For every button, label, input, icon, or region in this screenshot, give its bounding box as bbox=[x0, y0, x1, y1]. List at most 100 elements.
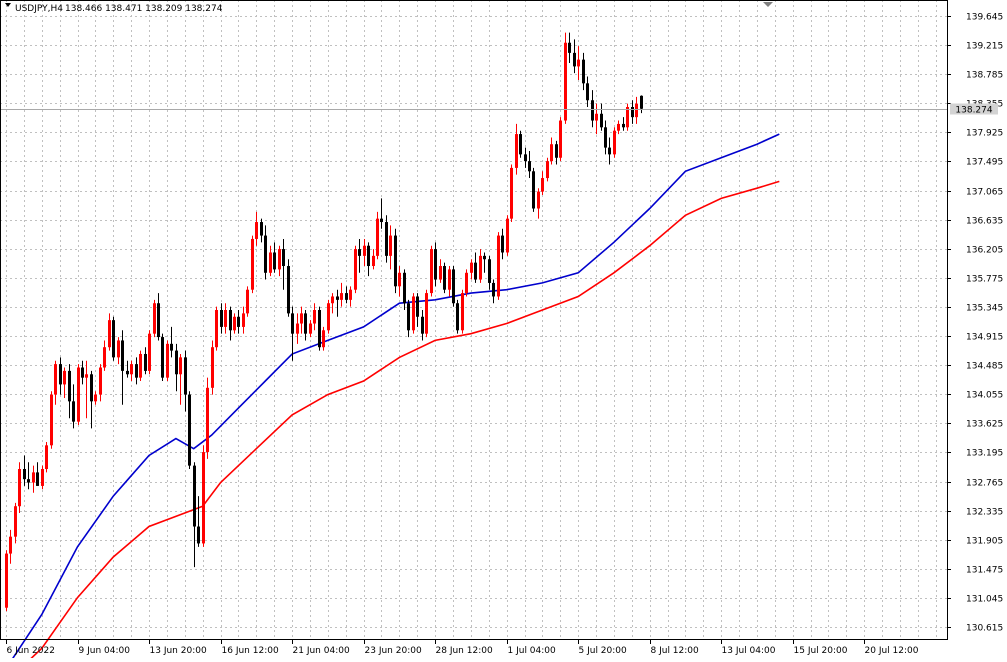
candle bbox=[179, 353, 182, 405]
candle bbox=[18, 462, 21, 513]
candle-body bbox=[515, 134, 518, 168]
y-tick-label: 135.775 bbox=[966, 275, 1003, 285]
price-chart[interactable]: 139.645139.215138.785138.355137.925137.4… bbox=[0, 0, 1007, 662]
candle-body bbox=[94, 394, 97, 402]
candle-body bbox=[398, 272, 401, 287]
candle-body bbox=[27, 479, 30, 483]
candle-body bbox=[77, 367, 80, 422]
candle-body bbox=[519, 134, 522, 155]
candle bbox=[577, 46, 580, 80]
candle-body bbox=[532, 171, 535, 209]
candle-body bbox=[524, 154, 527, 162]
candle-body bbox=[421, 316, 424, 334]
candle bbox=[376, 211, 379, 260]
y-tick-label: 138.785 bbox=[966, 71, 1003, 81]
candle bbox=[537, 188, 540, 219]
time-axis[interactable]: 6 Jun 2022 9 Jun 04:00 13 Jun 20:00 16 Jun … bbox=[6, 640, 919, 656]
candle bbox=[439, 259, 442, 283]
candle-body bbox=[9, 536, 12, 554]
candle-body bbox=[327, 303, 330, 331]
candle bbox=[385, 215, 388, 263]
candle-body bbox=[559, 120, 562, 158]
y-tick-label: 136.205 bbox=[966, 246, 1003, 256]
y-tick-label: 132.335 bbox=[966, 508, 1003, 518]
candle bbox=[389, 225, 392, 270]
candle bbox=[456, 299, 459, 334]
candle bbox=[595, 103, 598, 135]
ma-line bbox=[26, 180, 780, 662]
candle-body bbox=[18, 469, 21, 507]
candle bbox=[622, 117, 625, 131]
candle bbox=[640, 95, 643, 114]
candle bbox=[532, 167, 535, 212]
candle-body bbox=[278, 249, 281, 270]
candle-body bbox=[622, 123, 625, 128]
candle-body bbox=[296, 323, 299, 334]
candle-body bbox=[90, 374, 93, 402]
candle bbox=[166, 340, 169, 382]
candle bbox=[304, 309, 307, 341]
candle bbox=[103, 340, 106, 371]
candle bbox=[85, 360, 88, 419]
candle bbox=[121, 330, 124, 405]
candles bbox=[5, 32, 643, 612]
candle bbox=[63, 367, 66, 398]
y-tick-label: 134.055 bbox=[966, 391, 1003, 401]
shift-marker-icon[interactable] bbox=[763, 2, 773, 7]
candle-body bbox=[5, 553, 8, 608]
candle bbox=[358, 238, 361, 273]
candle-body bbox=[626, 107, 629, 128]
chart-svg[interactable]: 139.645139.215138.785138.355137.925137.4… bbox=[0, 0, 1007, 662]
candle-body bbox=[139, 353, 142, 378]
candle-body bbox=[313, 309, 316, 324]
candle bbox=[416, 293, 419, 327]
candle bbox=[380, 198, 383, 229]
candle bbox=[363, 238, 366, 267]
candle-body bbox=[206, 387, 209, 453]
ohlc-values: 138.466 138.471 138.209 138.274 bbox=[65, 4, 223, 14]
y-tick-label: 137.065 bbox=[966, 188, 1003, 198]
candle bbox=[564, 32, 567, 124]
candle bbox=[144, 347, 147, 375]
candle bbox=[296, 313, 299, 344]
candle-body bbox=[202, 452, 205, 544]
candle-body bbox=[68, 370, 71, 402]
candle-body bbox=[63, 370, 66, 385]
candle bbox=[130, 360, 133, 382]
candle-body bbox=[448, 269, 451, 290]
candle-body bbox=[497, 235, 500, 297]
chart-header: USDJPY,H4 138.466 138.471 138.209 138.27… bbox=[5, 3, 223, 14]
y-tick-label: 132.765 bbox=[966, 479, 1003, 489]
candle-body bbox=[510, 167, 513, 219]
candle-body bbox=[144, 353, 147, 371]
candle bbox=[354, 245, 357, 294]
candle bbox=[184, 350, 187, 412]
candle bbox=[242, 306, 245, 334]
chevron-down-icon[interactable] bbox=[5, 3, 11, 7]
x-tick-label: 1 Jul 04:00 bbox=[508, 646, 557, 656]
candle-body bbox=[269, 252, 272, 273]
candle-body bbox=[153, 303, 156, 334]
candle-body bbox=[309, 323, 312, 334]
candle-body bbox=[541, 178, 544, 192]
candle bbox=[479, 249, 482, 283]
candle-body bbox=[215, 309, 218, 348]
candle bbox=[448, 266, 451, 297]
candle bbox=[211, 340, 214, 395]
candle-body bbox=[117, 340, 120, 358]
x-tick-label: 8 Jul 12:00 bbox=[651, 646, 700, 656]
candle-body bbox=[197, 526, 200, 544]
candle-body bbox=[264, 235, 267, 273]
candle bbox=[9, 529, 12, 564]
candle-body bbox=[403, 272, 406, 304]
y-tick-label: 135.345 bbox=[966, 304, 1003, 314]
y-tick-label: 131.045 bbox=[966, 595, 1003, 605]
candle bbox=[273, 242, 276, 273]
candle-body bbox=[380, 218, 383, 223]
candle bbox=[278, 245, 281, 277]
candle bbox=[586, 76, 589, 108]
candle bbox=[524, 147, 527, 168]
candle bbox=[604, 120, 607, 155]
y-tick-label: 133.625 bbox=[966, 420, 1003, 430]
candle bbox=[497, 232, 500, 300]
